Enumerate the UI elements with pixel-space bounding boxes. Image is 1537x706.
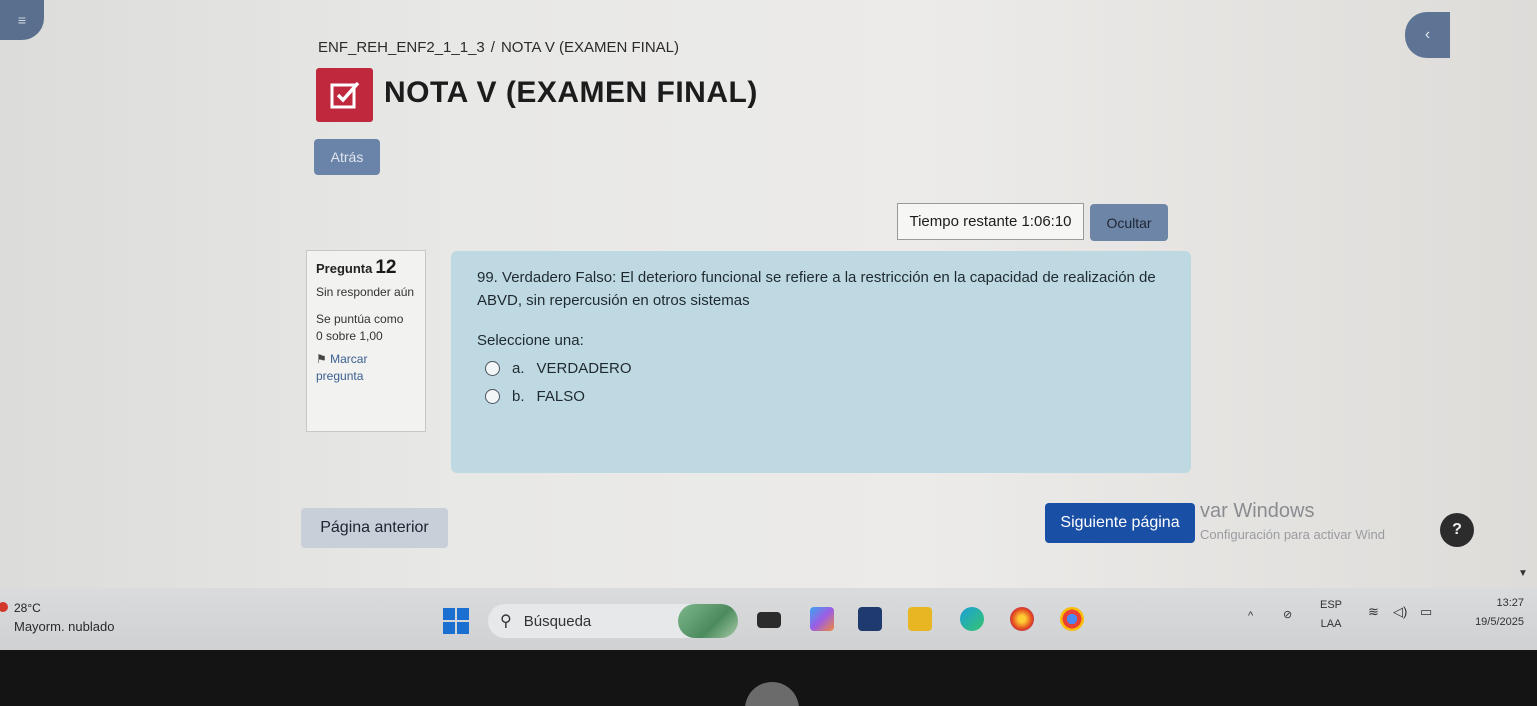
page-title: NOTA V (EXAMEN FINAL) bbox=[384, 76, 758, 109]
question-status: Sin responder aún bbox=[316, 285, 415, 299]
battery-icon[interactable]: ▭ bbox=[1420, 604, 1432, 620]
scroll-down-icon[interactable]: ▼ bbox=[1518, 568, 1528, 579]
store-icon[interactable] bbox=[858, 607, 882, 631]
firefox-icon[interactable] bbox=[1010, 607, 1034, 631]
hamburger-icon: ≡ bbox=[17, 12, 27, 28]
task-view-icon[interactable] bbox=[757, 612, 781, 628]
taskbar-search[interactable]: ⚲ Búsqueda bbox=[488, 604, 738, 638]
question-info-panel: Pregunta 12 Sin responder aún Se puntúa c… bbox=[306, 250, 426, 432]
next-page-button[interactable]: Siguiente página bbox=[1045, 503, 1195, 543]
menu-drawer-button[interactable]: ≡ bbox=[0, 0, 44, 40]
timer-label: Tiempo restante bbox=[909, 213, 1018, 230]
radio-button[interactable] bbox=[485, 389, 500, 404]
question-number: 12 bbox=[375, 257, 397, 278]
wifi-icon[interactable]: ≋ bbox=[1368, 604, 1379, 620]
quiz-checkbox-icon bbox=[316, 68, 373, 122]
option-false[interactable]: b. FALSO bbox=[485, 388, 1165, 405]
breadcrumb-current[interactable]: NOTA V (EXAMEN FINAL) bbox=[501, 39, 679, 56]
activate-windows-watermark: var Windows Configuración para activar W… bbox=[1200, 500, 1385, 542]
copilot-icon[interactable] bbox=[810, 607, 834, 631]
question-label: Pregunta bbox=[316, 261, 373, 276]
search-placeholder: Búsqueda bbox=[523, 612, 592, 630]
timer-value: 1:06:10 bbox=[1021, 213, 1072, 230]
breadcrumb-course-link[interactable]: ENF_REH_ENF2_1_1_3 bbox=[318, 39, 485, 56]
question-text: 99. Verdadero Falso: El deterioro funcio… bbox=[477, 269, 1156, 309]
question-content: 99. Verdadero Falso: El deterioro funcio… bbox=[451, 251, 1191, 473]
watermark-line2: Configuración para activar Wind bbox=[1200, 527, 1385, 542]
edge-browser-icon[interactable] bbox=[960, 607, 984, 631]
clock-time: 13:27 bbox=[1496, 597, 1524, 609]
file-explorer-icon[interactable] bbox=[908, 607, 932, 631]
help-button[interactable]: ? bbox=[1440, 513, 1474, 547]
option-letter: b. bbox=[512, 388, 525, 405]
flag-icon: ⚑ bbox=[316, 352, 327, 366]
clock-date: 19/5/2025 bbox=[1475, 616, 1524, 628]
breadcrumb: ENF_REH_ENF2_1_1_3 / NOTA V (EXAMEN FINAL) bbox=[318, 39, 685, 56]
chrome-icon[interactable] bbox=[1060, 607, 1084, 631]
chevron-left-icon: ‹ bbox=[1424, 26, 1431, 43]
volume-icon[interactable]: ◁) bbox=[1393, 604, 1407, 620]
browser-viewport: ≡ ‹ ENF_REH_ENF2_1_1_3 / NOTA V (EXAMEN FI… bbox=[0, 0, 1537, 595]
previous-page-button[interactable]: Página anterior bbox=[301, 508, 448, 548]
answer-prompt: Seleccione una: bbox=[477, 332, 584, 349]
watermark-line1: var Windows bbox=[1200, 500, 1315, 522]
tray-overflow-icon[interactable]: ^ bbox=[1248, 610, 1253, 622]
search-icon: ⚲ bbox=[500, 613, 512, 630]
weather-description: Mayorm. nublado bbox=[14, 619, 115, 634]
clock[interactable]: 13:27 19/5/2025 bbox=[1460, 594, 1524, 632]
windows-start-icon[interactable] bbox=[443, 608, 469, 634]
right-drawer-toggle[interactable]: ‹ bbox=[1405, 12, 1450, 58]
weather-temperature: 28°C bbox=[14, 601, 41, 615]
language-code: ESP bbox=[1320, 599, 1343, 611]
score-label: Se puntúa como bbox=[316, 312, 404, 326]
tray-app-icon[interactable]: ⊘ bbox=[1283, 608, 1292, 621]
windows-taskbar: 28°C Mayorm. nublado ⚲ Búsqueda ^ ⊘ ESP … bbox=[0, 588, 1537, 650]
weather-icon bbox=[0, 602, 8, 612]
option-label: FALSO bbox=[536, 388, 585, 405]
option-label: VERDADERO bbox=[536, 360, 632, 377]
breadcrumb-separator: / bbox=[490, 39, 495, 56]
keyboard-layout: LAA bbox=[1320, 618, 1342, 630]
language-indicator[interactable]: ESP LAA bbox=[1320, 596, 1342, 634]
weather-widget[interactable]: 28°C Mayorm. nublado bbox=[0, 601, 200, 634]
time-remaining: Tiempo restante 1:06:10 bbox=[897, 203, 1084, 240]
search-highlight-image bbox=[678, 604, 738, 638]
option-true[interactable]: a. VERDADERO bbox=[485, 360, 1165, 377]
hide-timer-button[interactable]: Ocultar bbox=[1090, 204, 1168, 241]
flag-question-link[interactable]: ⚑ Marcar pregunta bbox=[316, 351, 416, 385]
option-letter: a. bbox=[512, 360, 525, 377]
back-button[interactable]: Atrás bbox=[314, 139, 380, 175]
score-value: 0 sobre 1,00 bbox=[316, 329, 383, 343]
radio-button[interactable] bbox=[485, 361, 500, 376]
